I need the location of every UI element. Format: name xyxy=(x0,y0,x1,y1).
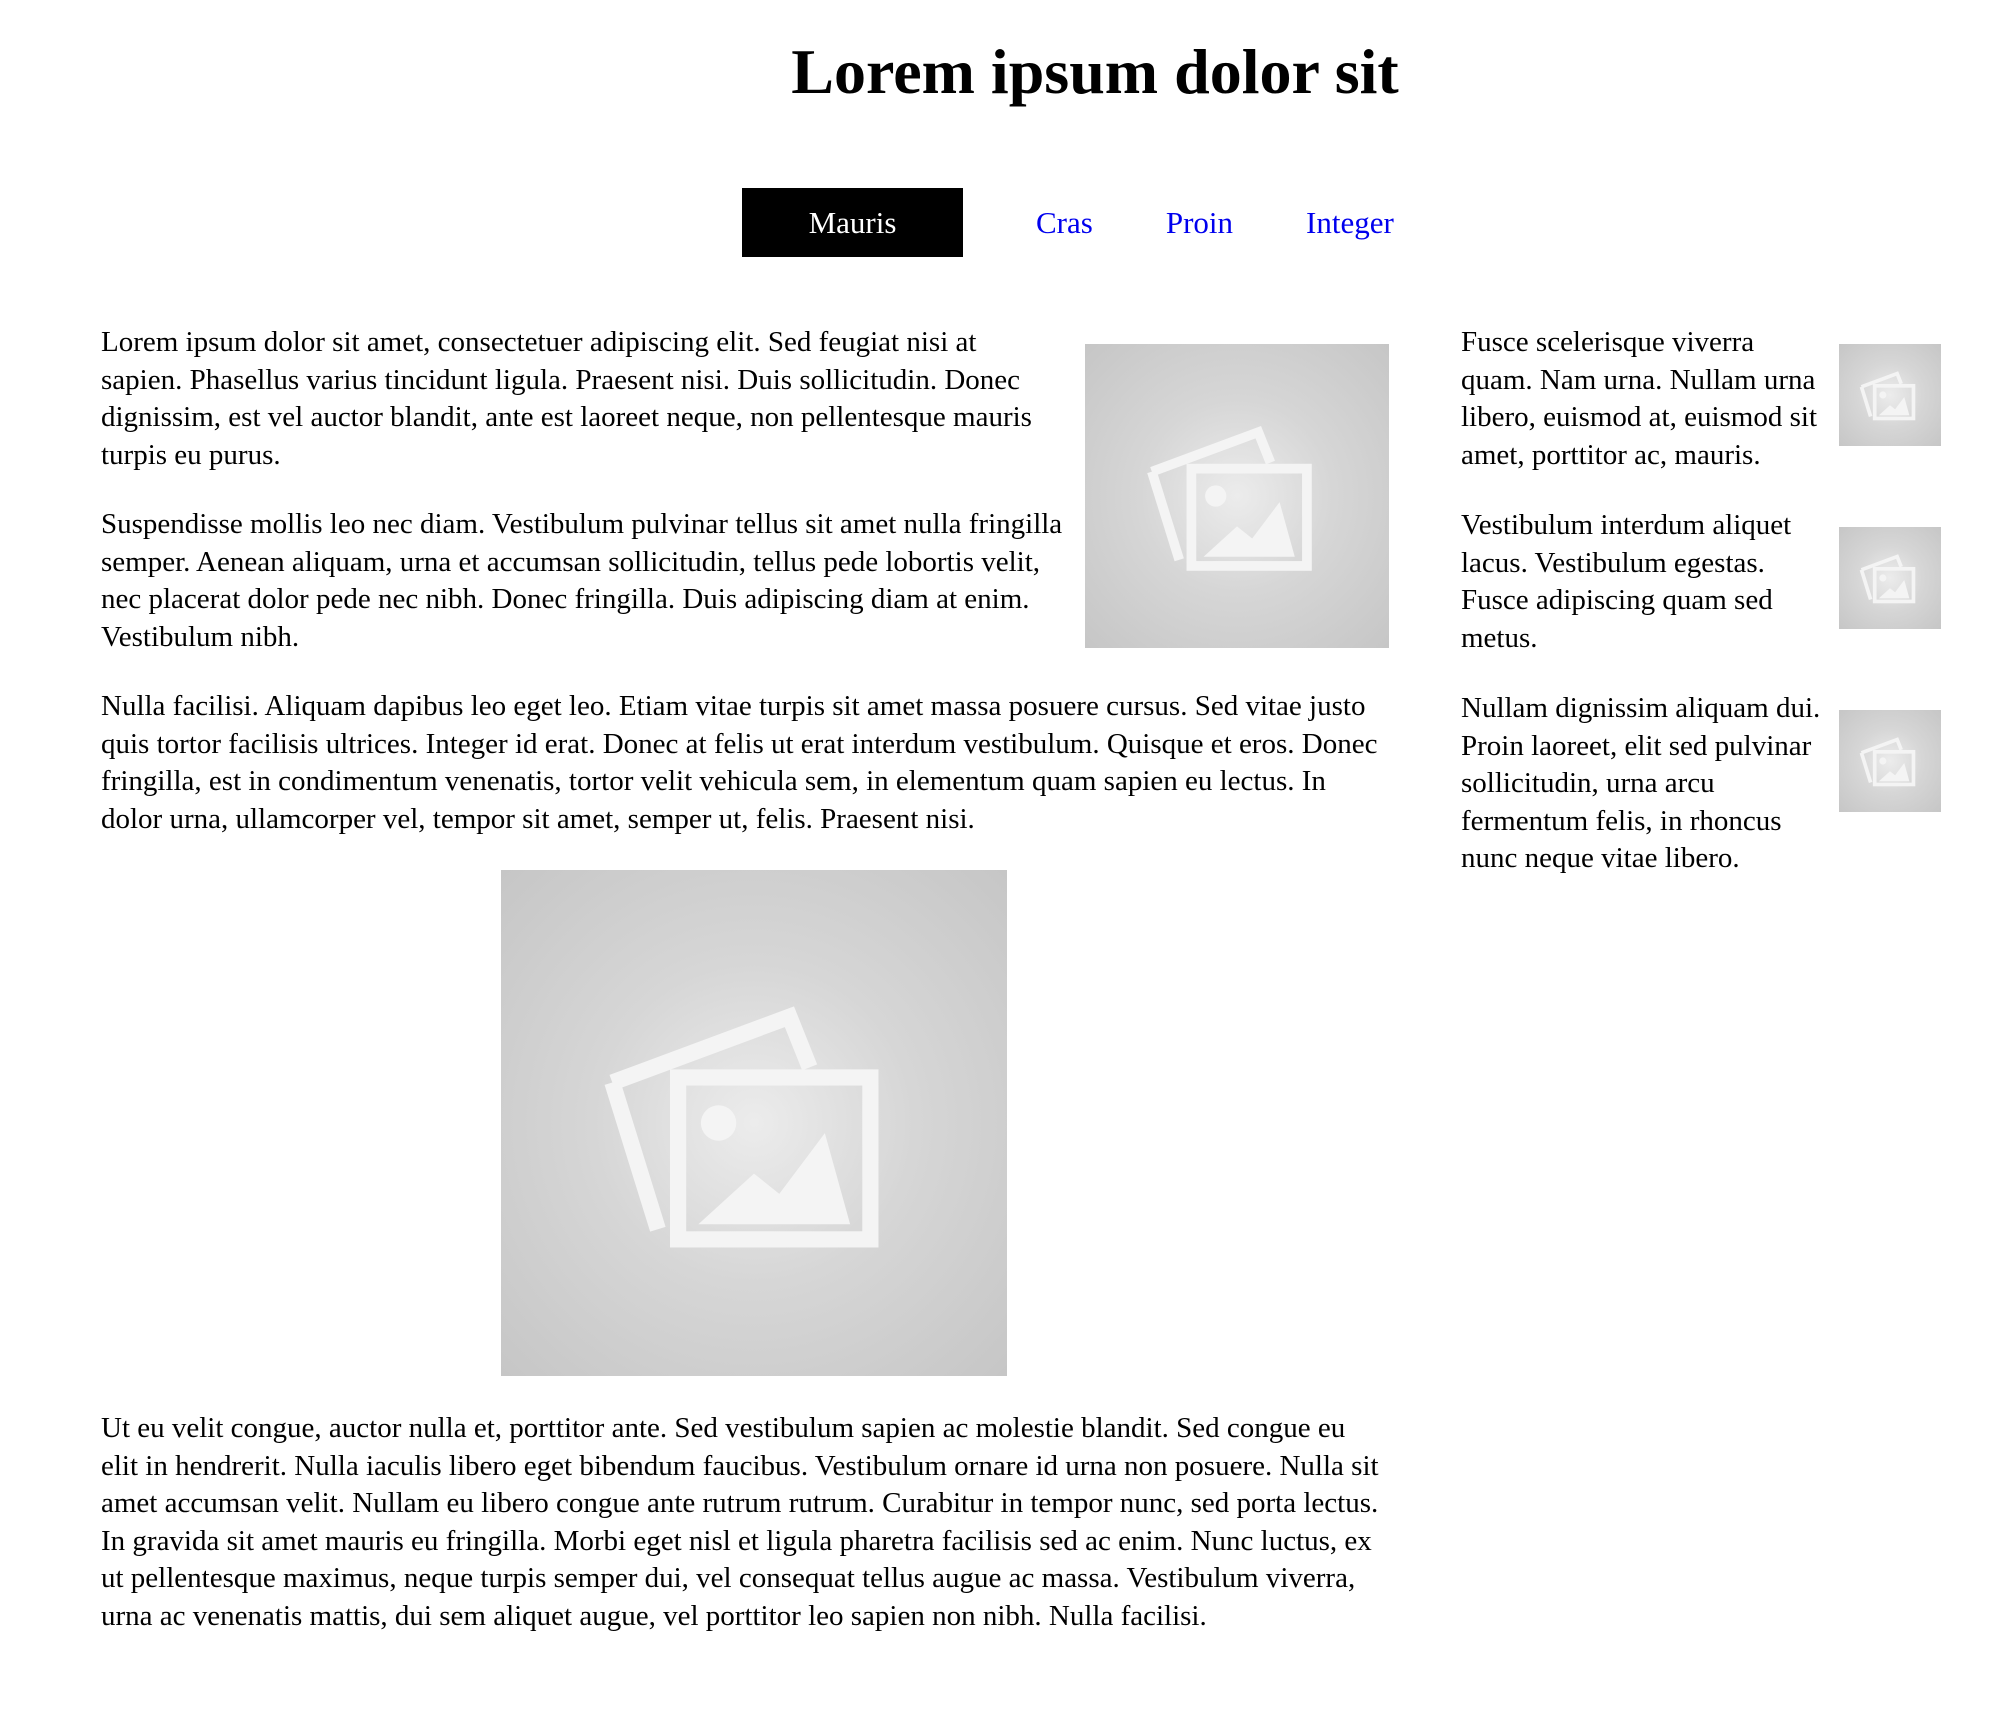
image-placeholder-icon-graphic xyxy=(1859,371,1916,421)
sidebar-item: Fusce scelerisque viverra quam. Nam urna… xyxy=(1461,324,1941,474)
main-paragraph-3: Nulla facilisi. Aliquam dapibus leo eget… xyxy=(101,690,1378,835)
nav-item-integer[interactable]: Integer xyxy=(1306,188,1394,257)
nav-item-proin[interactable]: Proin xyxy=(1166,188,1233,257)
page-title: Lorem ipsum dolor sit xyxy=(791,36,1399,107)
sidebar-item: Vestibulum interdum aliquet lacus. Vesti… xyxy=(1461,507,1941,657)
sidebar: Fusce scelerisque viverra quam. Nam urna… xyxy=(1461,324,1941,911)
image-placeholder-icon-graphic xyxy=(1859,554,1916,604)
image-placeholder-icon-graphic xyxy=(1859,737,1916,787)
nav-item-cras[interactable]: Cras xyxy=(1036,188,1093,257)
main-paragraph-4: Ut eu velit congue, auctor nulla et, por… xyxy=(101,1412,1379,1632)
image-placeholder-icon-graphic xyxy=(604,1006,879,1248)
image-placeholder-icon xyxy=(1085,344,1389,648)
main-nav: Mauris Cras Proin Integer xyxy=(742,188,1394,257)
image-placeholder-icon xyxy=(1839,527,1941,629)
nav-item-mauris[interactable]: Mauris xyxy=(742,188,963,257)
image-placeholder-icon xyxy=(501,870,1007,1376)
image-placeholder-icon xyxy=(1839,710,1941,812)
main-content: Lorem ipsum dolor sit amet, consectetuer… xyxy=(101,324,1389,1667)
sidebar-item: Nullam dignissim aliquam dui. Proin laor… xyxy=(1461,690,1941,878)
image-placeholder-icon-graphic xyxy=(1147,425,1312,571)
image-placeholder-icon xyxy=(1839,344,1941,446)
